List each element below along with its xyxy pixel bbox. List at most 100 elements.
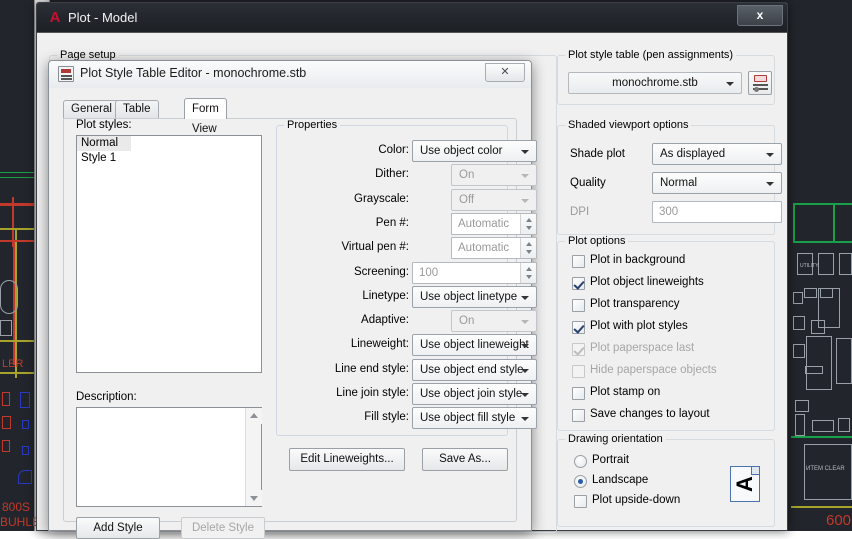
cad-label: BUHLE xyxy=(0,515,41,529)
checkbox-label: Plot paperspace last xyxy=(590,342,695,354)
spinner-buttons[interactable] xyxy=(520,238,536,258)
form-view-panel: Plot styles: Normal Style 1 Description:… xyxy=(63,118,537,539)
cad-line xyxy=(804,288,817,298)
close-icon[interactable]: ✕ xyxy=(485,63,525,82)
cad-line xyxy=(806,336,832,390)
cad-line xyxy=(0,203,34,206)
cad-line xyxy=(805,366,823,374)
cad-line xyxy=(793,292,803,304)
tab-form-view[interactable]: Form View xyxy=(184,98,227,135)
cad-line xyxy=(833,205,835,243)
property-value-adaptive: On xyxy=(459,315,475,327)
tab-table-view[interactable]: Table View xyxy=(115,100,159,132)
plot-style-table-icon xyxy=(58,66,74,82)
list-item[interactable]: Normal xyxy=(77,136,131,151)
plot-styles-label: Plot styles: xyxy=(76,119,132,131)
property-label-lineweight: Lineweight: xyxy=(350,338,409,350)
drawing-orientation-group-label: Drawing orientation xyxy=(565,433,666,445)
plot-style-table-editor-dialog: Plot Style Table Editor - monochrome.stb… xyxy=(48,60,537,539)
chevron-down-icon xyxy=(521,174,529,178)
cad-line xyxy=(793,241,852,243)
property-combo-line-end-style[interactable]: Use object end style xyxy=(412,359,537,381)
property-combo-fill-style[interactable]: Use object fill style xyxy=(412,407,537,429)
description-scrollbar[interactable] xyxy=(245,408,262,506)
cad-label: UTILITY xyxy=(800,263,819,269)
cad-line xyxy=(818,253,834,275)
plot-styles-list[interactable]: Normal Style 1 xyxy=(76,135,262,373)
cad-line xyxy=(22,420,29,429)
plot-dialog-titlebar[interactable]: A Plot - Model x xyxy=(37,3,787,33)
description-textarea[interactable] xyxy=(76,407,262,507)
cad-label: 800S xyxy=(2,500,31,514)
property-label-color: Color: xyxy=(378,144,409,156)
cad-line xyxy=(2,440,10,452)
spinner-buttons[interactable] xyxy=(520,214,536,234)
cad-line xyxy=(804,444,852,500)
property-label-fill-style: Fill style: xyxy=(364,411,409,423)
cad-line xyxy=(791,506,852,508)
tab-general[interactable]: General xyxy=(63,100,120,118)
pste-title: Plot Style Table Editor - monochrome.stb xyxy=(80,66,307,80)
autocad-logo-icon: A xyxy=(49,9,61,26)
property-value-line-join-style: Use object join style xyxy=(420,388,523,400)
shade-plot-combo[interactable]: As displayed xyxy=(652,143,782,165)
checkbox-label: Hide paperspace objects xyxy=(590,364,717,376)
quality-combo[interactable]: Normal xyxy=(652,172,782,194)
property-combo-lineweight[interactable]: Use object lineweight xyxy=(412,334,537,356)
property-value-linetype: Use object linetype xyxy=(420,291,518,303)
cad-line xyxy=(791,436,852,438)
checkbox-label: Plot object lineweights xyxy=(590,276,704,288)
scroll-up-icon[interactable] xyxy=(246,408,262,424)
cad-line xyxy=(0,320,12,336)
property-value-line-end-style: Use object end style xyxy=(420,364,524,376)
quality-label: Quality xyxy=(570,177,606,189)
spinner-buttons[interactable] xyxy=(520,263,536,283)
description-label: Description: xyxy=(76,391,137,403)
property-combo-color[interactable]: Use object color xyxy=(412,140,537,162)
cad-line xyxy=(2,416,11,429)
orientation-preview: A xyxy=(730,466,760,502)
property-combo-line-join-style[interactable]: Use object join style xyxy=(412,383,537,405)
cad-line xyxy=(0,340,34,342)
cad-line xyxy=(793,203,852,205)
checkbox-box xyxy=(572,255,585,268)
close-icon[interactable]: x xyxy=(737,5,783,26)
cad-line xyxy=(22,446,29,455)
plot-style-table-combo[interactable]: monochrome.stb xyxy=(568,72,742,94)
save-as-button[interactable]: Save As... xyxy=(422,448,508,471)
properties-group: Properties Color: Use object color Dither:… xyxy=(276,119,537,436)
cad-line xyxy=(811,320,825,334)
cad-line xyxy=(0,228,34,230)
edit-lineweights-button[interactable]: Edit Lineweights... xyxy=(289,448,405,471)
list-item[interactable]: Style 1 xyxy=(77,151,261,166)
cad-line xyxy=(836,338,852,384)
shade-plot-value: As displayed xyxy=(660,148,726,160)
cad-line xyxy=(793,203,795,243)
chevron-down-icon xyxy=(766,182,774,186)
checkbox-box xyxy=(572,365,585,378)
pste-titlebar[interactable]: Plot Style Table Editor - monochrome.stb… xyxy=(49,61,531,88)
cad-line xyxy=(0,172,34,173)
property-label-linetype: Linetype: xyxy=(362,290,409,302)
chevron-down-icon xyxy=(521,296,529,300)
delete-style-button: Delete Style xyxy=(181,517,265,539)
checkbox-label: Plot with plot styles xyxy=(590,320,688,332)
radio-portrait-label: Portrait xyxy=(592,454,630,466)
cad-label: LER xyxy=(2,358,24,370)
add-style-button[interactable]: Add Style xyxy=(76,517,160,539)
cad-line xyxy=(0,372,34,374)
chevron-down-icon xyxy=(521,320,529,324)
checkbox-label: Plot transparency xyxy=(590,298,680,310)
chevron-down-icon xyxy=(521,393,529,397)
property-spinner-virtual-pen: Automatic xyxy=(451,237,537,259)
scroll-down-icon[interactable] xyxy=(246,490,262,506)
property-combo-linetype[interactable]: Use object linetype xyxy=(412,286,537,308)
property-value-lineweight: Use object lineweight xyxy=(420,339,529,351)
orientation-preview-letter: A xyxy=(732,476,757,492)
radio-landscape-label: Landscape xyxy=(592,474,649,486)
cad-line xyxy=(812,420,834,432)
checkbox-label: Save changes to layout xyxy=(590,408,710,420)
property-value-screening: 100 xyxy=(419,267,439,279)
plot-style-edit-button[interactable] xyxy=(748,71,772,95)
property-label-pen: Pen #: xyxy=(375,217,409,229)
